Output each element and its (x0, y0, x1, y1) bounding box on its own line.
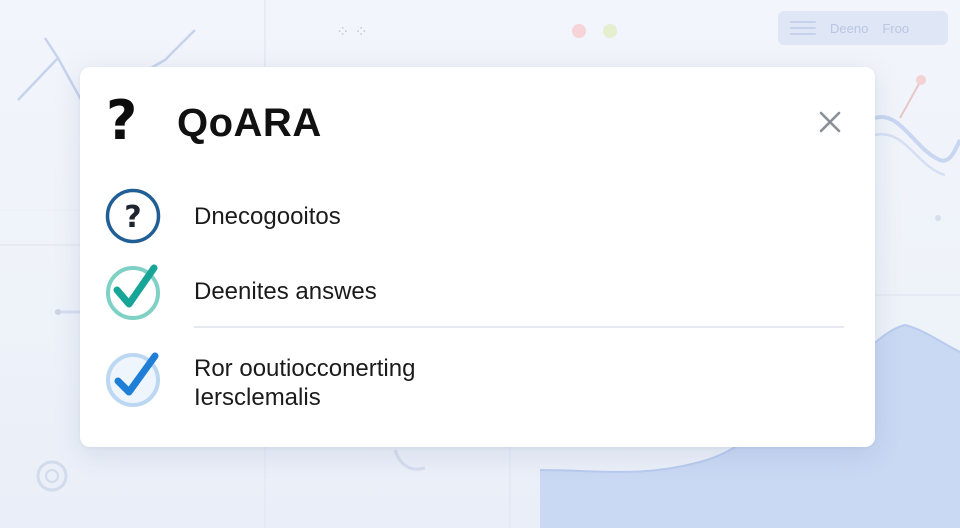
background-toolbar-text-2: Froo (882, 20, 910, 36)
list-item-text: Ror ooutiocconerting Iersclemalis (194, 354, 415, 412)
check-circle-icon (106, 264, 160, 320)
question-circle-icon: ? (105, 188, 161, 244)
background-toolbar-text: Deeno (830, 20, 869, 36)
close-button[interactable] (812, 104, 848, 140)
background-red-dot (572, 24, 586, 38)
list-item-sublabel: Iersclemalis (194, 384, 321, 411)
list-item-connecting[interactable]: Ror ooutiocconerting Iersclemalis (104, 351, 415, 412)
brand-question-mark-icon: ? (106, 89, 138, 152)
background-grid-glyph: ⁘ ⁘ (336, 22, 368, 41)
svg-text:?: ? (124, 200, 141, 235)
app-background: ⁘ ⁘ Deeno Froo ? QoARA ? Dnecogooitos De… (0, 0, 960, 528)
list-item-label: Ror ooutiocconerting (194, 355, 416, 382)
list-item-label: Deenites answes (194, 277, 377, 305)
qa-dialog: ? QoARA ? Dnecogooitos Deenites answes R… (80, 67, 875, 447)
dialog-title: QoARA (177, 101, 322, 145)
list-divider (194, 326, 844, 328)
close-icon (819, 111, 841, 133)
list-item-label: Dnecogooitos (194, 202, 341, 230)
background-toolbar: Deeno Froo (778, 11, 948, 45)
menu-icon (790, 21, 816, 35)
list-item-answers[interactable]: Deenites answes (104, 262, 377, 320)
list-item-questions[interactable]: ? Dnecogooitos (104, 187, 341, 245)
background-green-dot (603, 24, 617, 38)
check-circle-icon (106, 352, 160, 407)
